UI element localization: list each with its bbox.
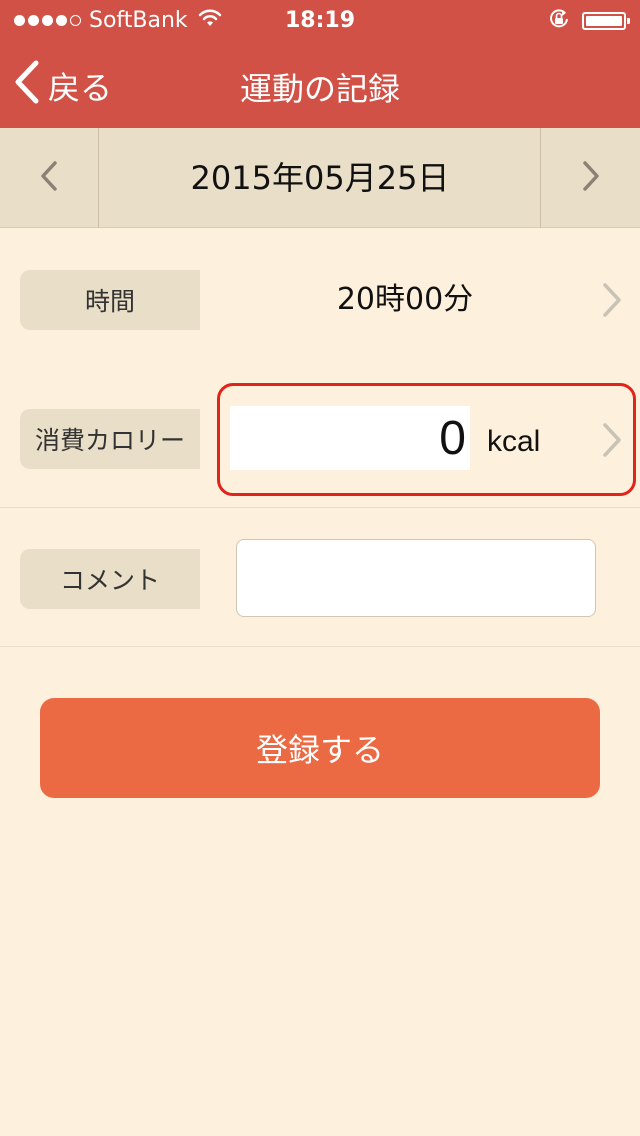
divider — [0, 646, 640, 647]
calorie-unit: kcal — [487, 425, 541, 458]
divider — [0, 507, 640, 508]
page-title: 運動の記録 — [239, 70, 400, 108]
chevron-right-icon[interactable] — [601, 282, 623, 322]
current-date: 2015年05月25日 — [190, 159, 450, 197]
rotation-lock-icon — [548, 8, 570, 34]
status-bar: SoftBank 18:19 — [0, 0, 640, 40]
chevron-right-icon[interactable] — [601, 422, 623, 462]
register-button[interactable]: 登録する — [40, 698, 600, 798]
navigation-bar: 戻る 運動の記録 — [0, 40, 640, 128]
battery-icon — [582, 12, 630, 30]
status-time: 18:19 — [284, 8, 356, 33]
calorie-input[interactable] — [230, 406, 470, 470]
time-value[interactable]: 20時00分 — [240, 270, 570, 330]
comment-label: コメント — [20, 549, 200, 609]
time-label: 時間 — [20, 270, 200, 330]
date-selector: 2015年05月25日 — [0, 128, 640, 228]
status-right — [548, 8, 630, 34]
chevron-left-icon — [39, 160, 59, 196]
calorie-label: 消費カロリー — [20, 409, 200, 469]
previous-date-button[interactable] — [0, 128, 99, 228]
chevron-right-icon — [581, 160, 601, 196]
comment-input[interactable] — [236, 539, 596, 617]
next-date-button[interactable] — [540, 128, 640, 228]
